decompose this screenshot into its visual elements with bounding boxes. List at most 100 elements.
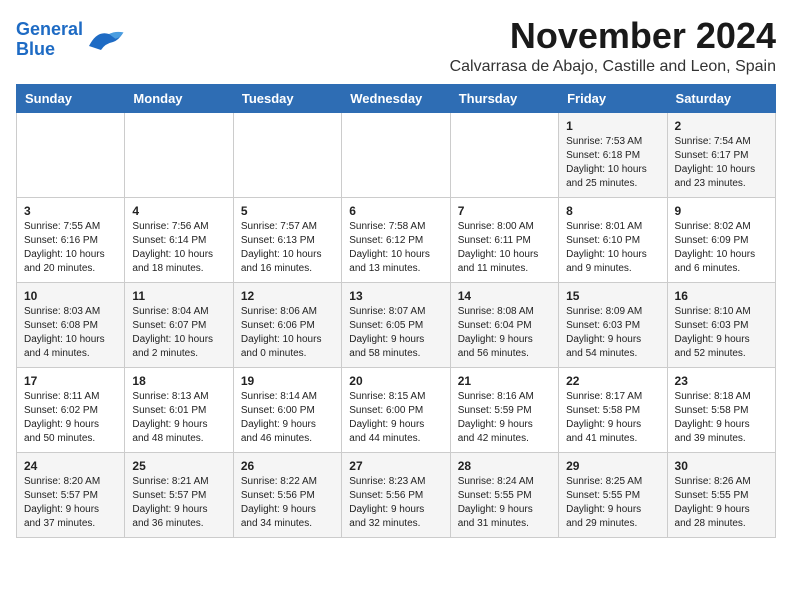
- calendar-cell: 23Sunrise: 8:18 AM Sunset: 5:58 PM Dayli…: [667, 367, 775, 452]
- day-info: Sunrise: 8:26 AM Sunset: 5:55 PM Dayligh…: [675, 475, 768, 531]
- day-info: Sunrise: 7:54 AM Sunset: 6:17 PM Dayligh…: [675, 135, 768, 191]
- day-info: Sunrise: 8:09 AM Sunset: 6:03 PM Dayligh…: [566, 305, 659, 361]
- calendar-table: SundayMondayTuesdayWednesdayThursdayFrid…: [16, 84, 776, 538]
- page-header: General Blue November 2024 Calvarrasa de…: [16, 16, 776, 76]
- day-info: Sunrise: 8:06 AM Sunset: 6:06 PM Dayligh…: [241, 305, 334, 361]
- calendar-cell: 13 Sunrise: 8:07 AM Sunset: 6:05 PM Dayli…: [342, 282, 450, 367]
- calendar-cell: 18Sunrise: 8:13 AM Sunset: 6:01 PM Dayli…: [125, 367, 233, 452]
- day-number: 5: [241, 204, 334, 218]
- day-number: 14: [458, 289, 551, 303]
- day-number: 28: [458, 459, 551, 473]
- day-info: Sunrise: 8:08 AM Sunset: 6:04 PM Dayligh…: [458, 305, 551, 361]
- calendar-cell: 12 Sunrise: 8:06 AM Sunset: 6:06 PM Dayli…: [233, 282, 341, 367]
- calendar-cell: [233, 112, 341, 197]
- day-info: Sunrise: 8:07 AM Sunset: 6:05 PM Dayligh…: [349, 305, 442, 361]
- day-info: Sunrise: 8:24 AM Sunset: 5:55 PM Dayligh…: [458, 475, 551, 531]
- calendar-cell: [450, 112, 558, 197]
- calendar-cell: 16 Sunrise: 8:10 AM Sunset: 6:03 PM Dayli…: [667, 282, 775, 367]
- day-number: 2: [675, 119, 768, 133]
- day-info: Sunrise: 8:13 AM Sunset: 6:01 PM Dayligh…: [132, 390, 225, 446]
- weekday-header-friday: Friday: [559, 84, 667, 112]
- day-info: Sunrise: 8:02 AM Sunset: 6:09 PM Dayligh…: [675, 220, 768, 276]
- calendar-cell: [342, 112, 450, 197]
- day-number: 11: [132, 289, 225, 303]
- day-info: Sunrise: 7:57 AM Sunset: 6:13 PM Dayligh…: [241, 220, 334, 276]
- day-info: Sunrise: 8:18 AM Sunset: 5:58 PM Dayligh…: [675, 390, 768, 446]
- day-info: Sunrise: 8:15 AM Sunset: 6:00 PM Dayligh…: [349, 390, 442, 446]
- day-number: 7: [458, 204, 551, 218]
- day-info: Sunrise: 8:00 AM Sunset: 6:11 PM Dayligh…: [458, 220, 551, 276]
- day-number: 29: [566, 459, 659, 473]
- day-number: 26: [241, 459, 334, 473]
- calendar-cell: 1Sunrise: 7:53 AM Sunset: 6:18 PM Daylig…: [559, 112, 667, 197]
- day-number: 4: [132, 204, 225, 218]
- title-block: November 2024 Calvarrasa de Abajo, Casti…: [450, 16, 776, 76]
- weekday-header-saturday: Saturday: [667, 84, 775, 112]
- calendar-cell: 29 Sunrise: 8:25 AM Sunset: 5:55 PM Dayli…: [559, 452, 667, 537]
- calendar-cell: 20 Sunrise: 8:15 AM Sunset: 6:00 PM Dayli…: [342, 367, 450, 452]
- logo: General Blue: [16, 20, 125, 60]
- day-info: Sunrise: 8:01 AM Sunset: 6:10 PM Dayligh…: [566, 220, 659, 276]
- calendar-cell: 5 Sunrise: 7:57 AM Sunset: 6:13 PM Daylig…: [233, 197, 341, 282]
- day-info: Sunrise: 8:25 AM Sunset: 5:55 PM Dayligh…: [566, 475, 659, 531]
- calendar-cell: 8 Sunrise: 8:01 AM Sunset: 6:10 PM Daylig…: [559, 197, 667, 282]
- calendar-cell: 28 Sunrise: 8:24 AM Sunset: 5:55 PM Dayli…: [450, 452, 558, 537]
- calendar-cell: 22Sunrise: 8:17 AM Sunset: 5:58 PM Dayli…: [559, 367, 667, 452]
- calendar-cell: 7 Sunrise: 8:00 AM Sunset: 6:11 PM Daylig…: [450, 197, 558, 282]
- calendar-cell: 3 Sunrise: 7:55 AM Sunset: 6:16 PM Daylig…: [17, 197, 125, 282]
- day-number: 15: [566, 289, 659, 303]
- day-number: 8: [566, 204, 659, 218]
- day-number: 24: [24, 459, 117, 473]
- weekday-header-row: SundayMondayTuesdayWednesdayThursdayFrid…: [17, 84, 776, 112]
- day-info: Sunrise: 8:20 AM Sunset: 5:57 PM Dayligh…: [24, 475, 117, 531]
- day-info: Sunrise: 8:10 AM Sunset: 6:03 PM Dayligh…: [675, 305, 768, 361]
- calendar-cell: 2 Sunrise: 7:54 AM Sunset: 6:17 PM Daylig…: [667, 112, 775, 197]
- weekday-header-monday: Monday: [125, 84, 233, 112]
- calendar-week-3: 17 Sunrise: 8:11 AM Sunset: 6:02 PM Dayli…: [17, 367, 776, 452]
- calendar-cell: 4 Sunrise: 7:56 AM Sunset: 6:14 PM Daylig…: [125, 197, 233, 282]
- calendar-cell: [17, 112, 125, 197]
- calendar-week-4: 24 Sunrise: 8:20 AM Sunset: 5:57 PM Dayli…: [17, 452, 776, 537]
- day-number: 19: [241, 374, 334, 388]
- calendar-week-2: 10Sunrise: 8:03 AM Sunset: 6:08 PM Dayli…: [17, 282, 776, 367]
- day-number: 30: [675, 459, 768, 473]
- calendar-cell: 17 Sunrise: 8:11 AM Sunset: 6:02 PM Dayli…: [17, 367, 125, 452]
- day-info: Sunrise: 7:56 AM Sunset: 6:14 PM Dayligh…: [132, 220, 225, 276]
- day-number: 17: [24, 374, 117, 388]
- calendar-cell: 15 Sunrise: 8:09 AM Sunset: 6:03 PM Dayli…: [559, 282, 667, 367]
- weekday-header-tuesday: Tuesday: [233, 84, 341, 112]
- page-subtitle: Calvarrasa de Abajo, Castille and Leon, …: [450, 58, 776, 76]
- day-info: Sunrise: 8:14 AM Sunset: 6:00 PM Dayligh…: [241, 390, 334, 446]
- day-info: Sunrise: 8:11 AM Sunset: 6:02 PM Dayligh…: [24, 390, 117, 446]
- day-info: Sunrise: 8:03 AM Sunset: 6:08 PM Dayligh…: [24, 305, 117, 361]
- day-number: 27: [349, 459, 442, 473]
- calendar-cell: [125, 112, 233, 197]
- calendar-cell: 26Sunrise: 8:22 AM Sunset: 5:56 PM Dayli…: [233, 452, 341, 537]
- day-number: 12: [241, 289, 334, 303]
- day-info: Sunrise: 7:55 AM Sunset: 6:16 PM Dayligh…: [24, 220, 117, 276]
- day-number: 20: [349, 374, 442, 388]
- calendar-cell: 30 Sunrise: 8:26 AM Sunset: 5:55 PM Dayli…: [667, 452, 775, 537]
- calendar-week-1: 3 Sunrise: 7:55 AM Sunset: 6:16 PM Daylig…: [17, 197, 776, 282]
- day-number: 3: [24, 204, 117, 218]
- day-info: Sunrise: 8:04 AM Sunset: 6:07 PM Dayligh…: [132, 305, 225, 361]
- weekday-header-thursday: Thursday: [450, 84, 558, 112]
- day-number: 25: [132, 459, 225, 473]
- day-number: 22: [566, 374, 659, 388]
- calendar-cell: 27Sunrise: 8:23 AM Sunset: 5:56 PM Dayli…: [342, 452, 450, 537]
- calendar-body: 1Sunrise: 7:53 AM Sunset: 6:18 PM Daylig…: [17, 112, 776, 537]
- day-number: 1: [566, 119, 659, 133]
- calendar-cell: 10Sunrise: 8:03 AM Sunset: 6:08 PM Dayli…: [17, 282, 125, 367]
- weekday-header-wednesday: Wednesday: [342, 84, 450, 112]
- calendar-cell: 19 Sunrise: 8:14 AM Sunset: 6:00 PM Dayli…: [233, 367, 341, 452]
- day-number: 21: [458, 374, 551, 388]
- weekday-header-sunday: Sunday: [17, 84, 125, 112]
- logo-bird-icon: [85, 26, 125, 54]
- day-number: 13: [349, 289, 442, 303]
- logo-text: General: [16, 19, 83, 39]
- calendar-cell: 14 Sunrise: 8:08 AM Sunset: 6:04 PM Dayli…: [450, 282, 558, 367]
- day-number: 16: [675, 289, 768, 303]
- logo-text2: Blue: [16, 39, 55, 59]
- day-info: Sunrise: 7:58 AM Sunset: 6:12 PM Dayligh…: [349, 220, 442, 276]
- calendar-cell: 6Sunrise: 7:58 AM Sunset: 6:12 PM Daylig…: [342, 197, 450, 282]
